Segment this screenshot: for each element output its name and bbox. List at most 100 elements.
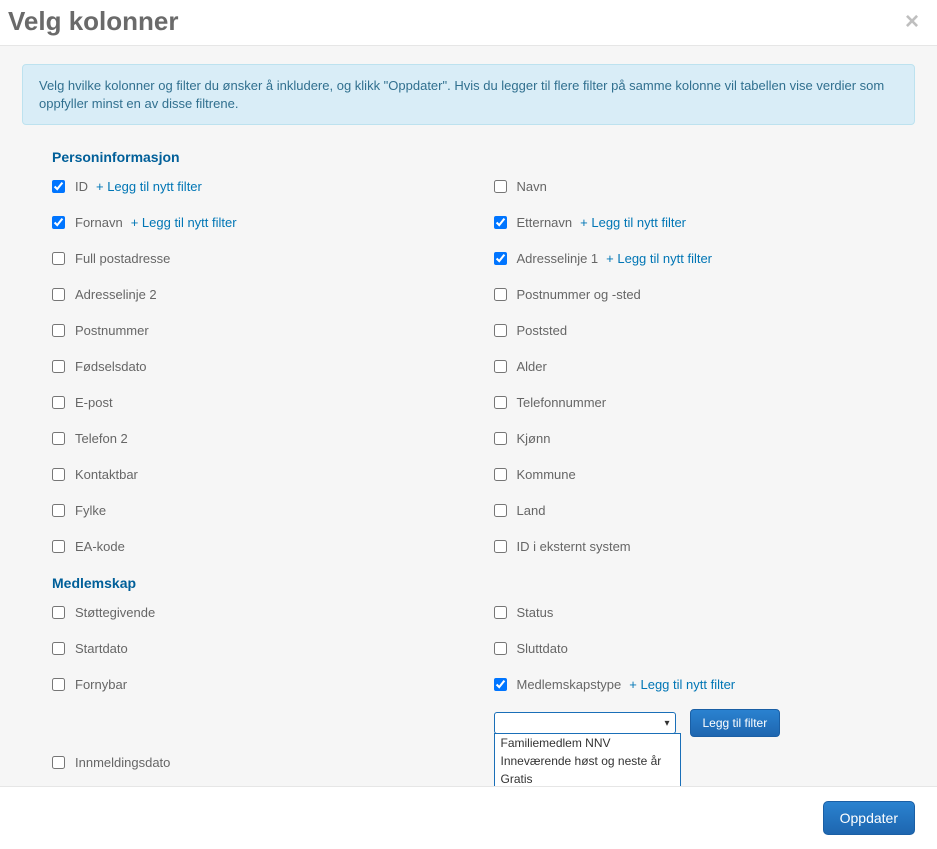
dropdown-panel-medlemskapstype[interactable]: Familiemedlem NNVInneværende høst og nes… xyxy=(494,733,681,786)
field-row-ea_kode: EA-kode xyxy=(52,535,474,557)
add-filter-link-id[interactable]: + Legg til nytt filter xyxy=(96,179,202,194)
column-grid-person: ID + Legg til nytt filter Navn Fornavn + Leg… xyxy=(52,175,915,557)
checkbox-adresselinje1[interactable] xyxy=(494,252,507,265)
field-label-postnummer: Postnummer xyxy=(75,323,149,338)
field-row-fylke: Fylke xyxy=(52,499,474,521)
field-label-startdato: Startdato xyxy=(75,641,128,656)
modal-footer: Oppdater xyxy=(0,786,937,849)
checkbox-postnummer_sted[interactable] xyxy=(494,288,507,301)
field-label-epost: E-post xyxy=(75,395,113,410)
add-filter-link-adresselinje1[interactable]: + Legg til nytt filter xyxy=(606,251,712,266)
field-label-stottegivende: Støttegivende xyxy=(75,605,155,620)
field-row-fornavn: Fornavn + Legg til nytt filter xyxy=(52,211,474,233)
field-label-telefonnummer: Telefonnummer xyxy=(517,395,607,410)
checkbox-kjonn[interactable] xyxy=(494,432,507,445)
field-label-full_postadresse: Full postadresse xyxy=(75,251,170,266)
field-row-postnummer_sted: Postnummer og -sted xyxy=(494,283,916,305)
dropdown-option[interactable]: Inneværende høst og neste år xyxy=(495,752,680,770)
checkbox-etternavn[interactable] xyxy=(494,216,507,229)
field-label-innmeldingsdato: Innmeldingsdato xyxy=(75,755,170,770)
checkbox-kontaktbar[interactable] xyxy=(52,468,65,481)
info-box: Velg hvilke kolonner og filter du ønsker… xyxy=(22,64,915,125)
field-row-telefonnummer: Telefonnummer xyxy=(494,391,916,413)
field-row-navn: Navn xyxy=(494,175,916,197)
add-filter-link-etternavn[interactable]: + Legg til nytt filter xyxy=(580,215,686,230)
checkbox-id[interactable] xyxy=(52,180,65,193)
filter-controls-medlemskapstype: Legg til filterFamiliemedlem NNVInnevære… xyxy=(494,709,916,737)
close-icon[interactable]: × xyxy=(901,10,923,34)
checkbox-telefon2[interactable] xyxy=(52,432,65,445)
field-row-postnummer: Postnummer xyxy=(52,319,474,341)
checkbox-fylke[interactable] xyxy=(52,504,65,517)
field-label-adresselinje2: Adresselinje 2 xyxy=(75,287,157,302)
field-label-kjonn: Kjønn xyxy=(517,431,551,446)
add-filter-button[interactable]: Legg til filter xyxy=(690,709,781,737)
field-row-alder: Alder xyxy=(494,355,916,377)
field-label-fornavn: Fornavn xyxy=(75,215,123,230)
modal-container: Velg kolonner × Velg hvilke kolonner og … xyxy=(0,0,937,849)
field-label-telefon2: Telefon 2 xyxy=(75,431,128,446)
checkbox-fodselsdato[interactable] xyxy=(52,360,65,373)
checkbox-id_eksternt[interactable] xyxy=(494,540,507,553)
field-label-navn: Navn xyxy=(517,179,547,194)
spacer xyxy=(52,709,474,737)
field-row-medlemskapstype: Medlemskapstype + Legg til nytt filter xyxy=(494,673,916,695)
field-row-telefon2: Telefon 2 xyxy=(52,427,474,449)
field-label-id: ID xyxy=(75,179,88,194)
checkbox-innmeldingsdato[interactable] xyxy=(52,756,65,769)
checkbox-status[interactable] xyxy=(494,606,507,619)
field-label-medlemskapstype: Medlemskapstype xyxy=(517,677,622,692)
field-label-status: Status xyxy=(517,605,554,620)
checkbox-startdato[interactable] xyxy=(52,642,65,655)
field-row-fornybar: Fornybar xyxy=(52,673,474,695)
modal-title: Velg kolonner xyxy=(8,6,179,37)
checkbox-alder[interactable] xyxy=(494,360,507,373)
checkbox-ea_kode[interactable] xyxy=(52,540,65,553)
column-grid-medlemskap: Støttegivende Status Startdato Sluttdato For… xyxy=(52,601,915,786)
field-label-ea_kode: EA-kode xyxy=(75,539,125,554)
field-label-fornybar: Fornybar xyxy=(75,677,127,692)
field-label-sluttdato: Sluttdato xyxy=(517,641,568,656)
checkbox-navn[interactable] xyxy=(494,180,507,193)
field-row-kjonn: Kjønn xyxy=(494,427,916,449)
checkbox-stottegivende[interactable] xyxy=(52,606,65,619)
field-row-sluttdato: Sluttdato xyxy=(494,637,916,659)
checkbox-fornybar[interactable] xyxy=(52,678,65,691)
field-label-etternavn: Etternavn xyxy=(517,215,573,230)
checkbox-epost[interactable] xyxy=(52,396,65,409)
filter-select-medlemskapstype[interactable] xyxy=(494,712,676,734)
checkbox-kommune[interactable] xyxy=(494,468,507,481)
modal-header: Velg kolonner × xyxy=(0,0,937,46)
field-row-adresselinje1: Adresselinje 1+ Legg til nytt filter xyxy=(494,247,916,269)
modal-body[interactable]: Velg hvilke kolonner og filter du ønsker… xyxy=(0,46,937,786)
checkbox-medlemskapstype[interactable] xyxy=(494,678,507,691)
checkbox-fornavn[interactable] xyxy=(52,216,65,229)
checkbox-sluttdato[interactable] xyxy=(494,642,507,655)
section-heading-person: Personinformasjon xyxy=(52,149,915,165)
add-filter-link-fornavn[interactable]: + Legg til nytt filter xyxy=(131,215,237,230)
field-label-fodselsdato: Fødselsdato xyxy=(75,359,147,374)
update-button[interactable]: Oppdater xyxy=(823,801,915,835)
field-label-kontaktbar: Kontaktbar xyxy=(75,467,138,482)
field-row-id: ID + Legg til nytt filter xyxy=(52,175,474,197)
dropdown-option[interactable]: Gratis xyxy=(495,770,680,786)
field-row-stottegivende: Støttegivende xyxy=(52,601,474,623)
field-label-fylke: Fylke xyxy=(75,503,106,518)
checkbox-telefonnummer[interactable] xyxy=(494,396,507,409)
checkbox-land[interactable] xyxy=(494,504,507,517)
field-row-etternavn: Etternavn + Legg til nytt filter xyxy=(494,211,916,233)
add-filter-link-medlemskapstype[interactable]: + Legg til nytt filter xyxy=(629,677,735,692)
field-label-kommune: Kommune xyxy=(517,467,576,482)
field-label-postnummer_sted: Postnummer og -sted xyxy=(517,287,641,302)
checkbox-adresselinje2[interactable] xyxy=(52,288,65,301)
checkbox-postnummer[interactable] xyxy=(52,324,65,337)
checkbox-full_postadresse[interactable] xyxy=(52,252,65,265)
checkbox-poststed[interactable] xyxy=(494,324,507,337)
field-row-innmeldingsdato: Innmeldingsdato xyxy=(52,751,474,773)
field-label-land: Land xyxy=(517,503,546,518)
field-row-status: Status xyxy=(494,601,916,623)
field-row-land: Land xyxy=(494,499,916,521)
field-row-kontaktbar: Kontaktbar xyxy=(52,463,474,485)
field-row-poststed: Poststed xyxy=(494,319,916,341)
dropdown-option[interactable]: Familiemedlem NNV xyxy=(495,734,680,752)
